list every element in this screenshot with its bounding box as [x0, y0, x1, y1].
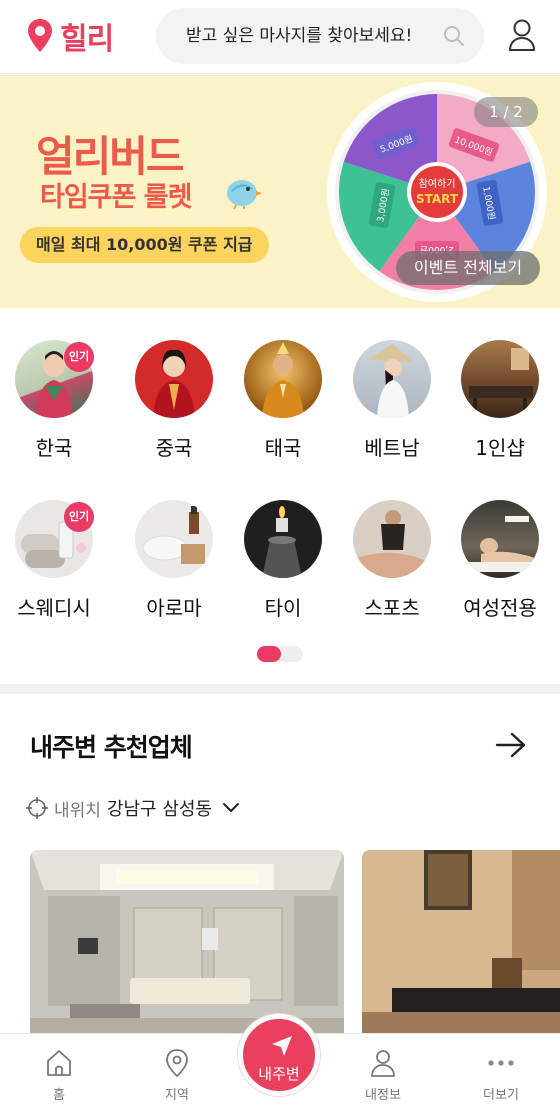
roulette-center-label: 참여하기	[419, 177, 456, 190]
arrow-right-icon[interactable]	[495, 731, 527, 759]
category-image	[461, 340, 539, 418]
roulette-start-label: START	[416, 192, 459, 206]
hot-badge: 인기	[64, 502, 94, 532]
category-label: 중국	[155, 436, 193, 460]
category-label: 한국	[35, 436, 73, 460]
nav-region[interactable]: 지역	[132, 1034, 222, 1115]
category-thailand[interactable]: 태국	[229, 340, 337, 470]
category-image	[244, 500, 322, 578]
app-header: 힐리 받고 싶은 마사지를 찾아보세요!	[0, 0, 560, 74]
nav-label: 내정보	[365, 1088, 401, 1103]
category-thai[interactable]: 타이	[229, 500, 337, 630]
category-label: 스포츠	[364, 596, 420, 620]
nav-label: 더보기	[483, 1088, 519, 1103]
category-image	[353, 500, 431, 578]
category-sports[interactable]: 스포츠	[338, 500, 446, 630]
nav-home[interactable]: 홈	[14, 1034, 104, 1115]
category-grid: 인기 한국 중국 태국 베트남 1인샵 인기 스웨디시 아로마 타이 스포츠 여…	[0, 308, 560, 680]
navigation-arrow-icon	[272, 1036, 292, 1056]
shop-card[interactable]	[30, 850, 344, 1040]
category-pager[interactable]	[257, 646, 303, 662]
nav-label: 지역	[165, 1088, 189, 1103]
home-icon	[47, 1050, 71, 1076]
hot-badge: 인기	[64, 342, 94, 372]
profile-icon[interactable]	[508, 18, 536, 52]
banner-page-indicator: 1 / 2	[474, 97, 538, 127]
shop-photo	[30, 850, 344, 1040]
user-icon	[371, 1050, 395, 1077]
location-selector[interactable]: 내위치 강남구 삼성동	[26, 794, 240, 822]
category-image	[135, 340, 213, 418]
category-image	[135, 500, 213, 578]
category-image	[461, 500, 539, 578]
map-pin-icon	[166, 1049, 188, 1078]
nav-my-info[interactable]: 내정보	[338, 1034, 428, 1115]
category-swedish[interactable]: 인기 스웨디시	[0, 500, 108, 630]
shop-card[interactable]	[362, 850, 560, 1040]
category-label: 타이	[264, 596, 302, 620]
nav-nearby-button[interactable]: 내주변	[238, 1014, 320, 1096]
all-events-button[interactable]: 이벤트 전체보기	[396, 251, 540, 285]
event-banner[interactable]: 얼리버드 타임쿠폰 룰렛 매일 최대 10,000원 쿠폰 지급 5,000원 …	[0, 75, 560, 308]
category-private-shop[interactable]: 1인샵	[446, 340, 554, 470]
category-vietnam[interactable]: 베트남	[338, 340, 446, 470]
location-pin-logo-icon	[28, 19, 52, 52]
banner-pill: 매일 최대 10,000원 쿠폰 지급	[20, 227, 269, 263]
category-image	[353, 340, 431, 418]
location-prefix: 내위치	[54, 800, 101, 821]
logo-text: 힐리	[60, 22, 114, 57]
banner-subtitle: 타임쿠폰 룰렛	[40, 182, 192, 213]
category-label: 1인샵	[475, 436, 525, 460]
nav-more[interactable]: 더보기	[456, 1034, 546, 1115]
section-divider	[0, 684, 560, 694]
more-dots-icon	[488, 1060, 514, 1066]
category-aroma[interactable]: 아로마	[120, 500, 228, 630]
pager-active-dot	[257, 646, 281, 662]
bird-illustration-icon	[227, 180, 262, 209]
category-china[interactable]: 중국	[120, 340, 228, 470]
category-label: 아로마	[146, 596, 202, 620]
category-korea[interactable]: 인기 한국	[0, 340, 108, 470]
nav-label: 홈	[53, 1088, 65, 1103]
location-value: 강남구 삼성동	[106, 799, 213, 820]
category-women-only[interactable]: 여성전용	[446, 500, 554, 630]
search-placeholder: 받고 싶은 마사지를 찾아보세요!	[186, 26, 413, 46]
category-label: 태국	[264, 436, 302, 460]
search-bar[interactable]: 받고 싶은 마사지를 찾아보세요!	[156, 8, 484, 64]
category-label: 여성전용	[463, 596, 537, 620]
shop-photo	[362, 850, 560, 1040]
chevron-down-icon	[223, 803, 240, 812]
category-label: 스웨디시	[17, 596, 91, 620]
app-logo[interactable]: 힐리	[26, 16, 114, 57]
section-title: 내주변 추천업체	[30, 733, 193, 762]
category-image	[244, 340, 322, 418]
crosshair-icon	[26, 797, 48, 819]
nav-label: 내주변	[258, 1065, 300, 1083]
search-icon	[444, 26, 464, 46]
category-label: 베트남	[364, 436, 420, 460]
